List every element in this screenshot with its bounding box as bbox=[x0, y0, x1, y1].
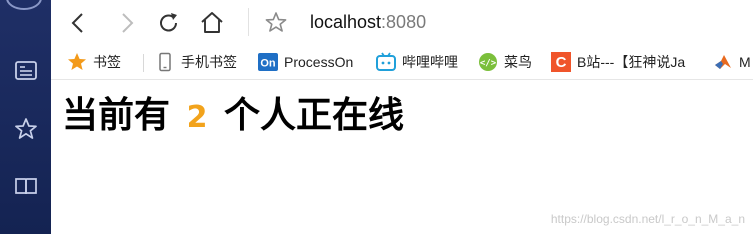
online-count: 2 bbox=[186, 100, 208, 135]
address-bar[interactable]: localhost:8080 bbox=[310, 11, 426, 33]
back-arrow-icon bbox=[71, 13, 83, 33]
bookmark-label: B站---【狂神说Ja bbox=[577, 54, 686, 70]
c-icon: C bbox=[551, 52, 571, 72]
bookmark-star-button[interactable] bbox=[262, 9, 290, 37]
bookmark-label: 手机书签 bbox=[181, 54, 237, 70]
runoob-icon: </> bbox=[478, 52, 498, 72]
avatar[interactable] bbox=[6, 0, 42, 10]
reload-button[interactable] bbox=[155, 9, 183, 37]
bookmark-label: ProcessOn bbox=[284, 54, 354, 70]
star-outline-icon bbox=[265, 12, 287, 32]
svg-text:</>: </> bbox=[480, 59, 497, 69]
bookmarks-bar: 书签 手机书签 On ProcessOn 哔哩哔哩 </> 菜鸟 C B站---… bbox=[51, 46, 753, 80]
bookmark-label: M bbox=[739, 54, 751, 70]
heading-suffix: 个人正在线 bbox=[223, 95, 404, 136]
back-button[interactable] bbox=[65, 9, 93, 37]
url-host: localhost bbox=[310, 12, 382, 32]
bookmark-label: 哔哩哔哩 bbox=[402, 54, 458, 70]
forward-button[interactable] bbox=[112, 9, 140, 37]
matlab-icon bbox=[713, 52, 733, 72]
phone-icon bbox=[155, 52, 175, 72]
home-button[interactable] bbox=[198, 9, 226, 37]
heading-prefix: 当前有 bbox=[62, 95, 171, 136]
reader-icon[interactable] bbox=[13, 58, 39, 84]
forward-arrow-icon bbox=[122, 13, 134, 33]
toolbar-divider bbox=[248, 8, 249, 36]
bookmark-divider bbox=[143, 54, 144, 72]
bilibili-icon bbox=[376, 52, 396, 72]
bookmark-item-bilibili-java[interactable]: C B站---【狂神说Ja bbox=[551, 52, 685, 72]
url-port: :8080 bbox=[381, 12, 427, 32]
bookmark-label: 书签 bbox=[93, 54, 121, 70]
star-icon bbox=[67, 52, 87, 72]
home-icon bbox=[201, 12, 223, 33]
reload-icon bbox=[160, 13, 177, 32]
processon-icon: On bbox=[258, 52, 278, 72]
bookmark-label: 菜鸟 bbox=[504, 54, 532, 70]
browser-sidebar bbox=[0, 0, 51, 234]
bookmark-item-runoob[interactable]: </> 菜鸟 bbox=[478, 52, 532, 72]
svg-text:C: C bbox=[556, 54, 567, 71]
online-count-heading: 当前有 2 个人正在线 bbox=[62, 94, 404, 140]
bookmark-item-bookmarks[interactable]: 书签 bbox=[67, 52, 121, 72]
bookmark-item-processon[interactable]: On ProcessOn bbox=[258, 52, 353, 72]
browser-toolbar: localhost:8080 bbox=[51, 0, 753, 46]
svg-text:On: On bbox=[260, 58, 276, 70]
bookmark-item-matlab[interactable]: M bbox=[713, 52, 751, 72]
page-content: 当前有 2 个人正在线 https://blog.csdn.net/l_r_o_… bbox=[51, 80, 753, 234]
bookmark-item-mobile[interactable]: 手机书签 bbox=[155, 52, 237, 72]
watermark: https://blog.csdn.net/l_r_o_n_M_a_n bbox=[550, 212, 745, 226]
favorites-star-icon[interactable] bbox=[13, 116, 39, 142]
bookmark-item-bilibili[interactable]: 哔哩哔哩 bbox=[376, 52, 458, 72]
book-icon[interactable] bbox=[13, 173, 39, 199]
